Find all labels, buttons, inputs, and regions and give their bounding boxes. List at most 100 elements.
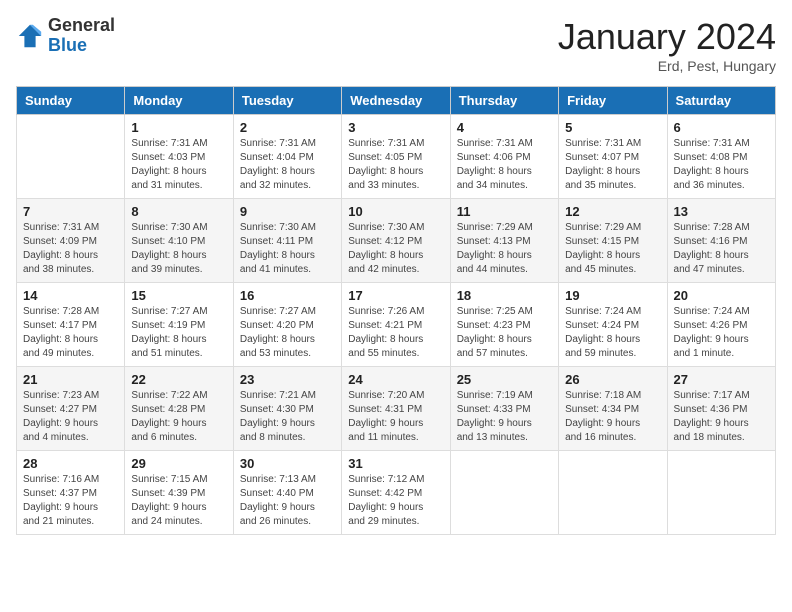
day-info: Sunrise: 7:23 AM Sunset: 4:27 PM Dayligh… [23, 389, 118, 445]
logo-text: General Blue [48, 16, 115, 56]
calendar-cell: 21 Sunrise: 7:23 AM Sunset: 4:27 PM Dayli… [17, 367, 125, 451]
weekday-friday: Friday [559, 87, 667, 115]
calendar-cell: 8 Sunrise: 7:30 AM Sunset: 4:10 PM Daylig… [125, 199, 233, 283]
day-number: 27 [674, 372, 769, 387]
calendar-cell: 6 Sunrise: 7:31 AM Sunset: 4:08 PM Daylig… [667, 115, 775, 199]
calendar-cell [450, 451, 558, 535]
day-number: 29 [131, 456, 226, 471]
day-number: 12 [565, 204, 660, 219]
calendar-cell: 27Sunrise: 7:17 AM Sunset: 4:36 PM Dayli… [667, 367, 775, 451]
calendar-cell: 24Sunrise: 7:20 AM Sunset: 4:31 PM Dayli… [342, 367, 450, 451]
day-number: 8 [131, 204, 226, 219]
calendar-cell [559, 451, 667, 535]
day-number: 26 [565, 372, 660, 387]
calendar-cell: 31 Sunrise: 7:12 AM Sunset: 4:42 PM Dayli… [342, 451, 450, 535]
day-number: 16 [240, 288, 335, 303]
day-number: 20 [674, 288, 769, 303]
day-info: Sunrise: 7:29 AM Sunset: 4:15 PM Dayligh… [565, 221, 660, 277]
calendar-cell: 1 Sunrise: 7:31 AM Sunset: 4:03 PM Daylig… [125, 115, 233, 199]
day-info: Sunrise: 7:19 AM Sunset: 4:33 PM Dayligh… [457, 389, 552, 445]
calendar-cell: 11Sunrise: 7:29 AM Sunset: 4:13 PM Dayli… [450, 199, 558, 283]
calendar-cell [17, 115, 125, 199]
day-info: Sunrise: 7:30 AM Sunset: 4:12 PM Dayligh… [348, 221, 443, 277]
day-info: Sunrise: 7:28 AM Sunset: 4:16 PM Dayligh… [674, 221, 769, 277]
day-info: Sunrise: 7:31 AM Sunset: 4:09 PM Dayligh… [23, 221, 118, 277]
day-number: 3 [348, 120, 443, 135]
calendar-cell: 3Sunrise: 7:31 AM Sunset: 4:05 PM Daylig… [342, 115, 450, 199]
day-number: 19 [565, 288, 660, 303]
day-number: 6 [674, 120, 769, 135]
weekday-saturday: Saturday [667, 87, 775, 115]
calendar-week-2: 7 Sunrise: 7:31 AM Sunset: 4:09 PM Daylig… [17, 199, 776, 283]
calendar-cell: 29 Sunrise: 7:15 AM Sunset: 4:39 PM Dayli… [125, 451, 233, 535]
calendar-week-4: 21 Sunrise: 7:23 AM Sunset: 4:27 PM Dayli… [17, 367, 776, 451]
day-number: 30 [240, 456, 335, 471]
day-info: Sunrise: 7:15 AM Sunset: 4:39 PM Dayligh… [131, 473, 226, 529]
calendar-cell: 2 Sunrise: 7:31 AM Sunset: 4:04 PM Daylig… [233, 115, 341, 199]
page-header: General Blue January 2024 Erd, Pest, Hun… [16, 16, 776, 74]
calendar-cell: 26Sunrise: 7:18 AM Sunset: 4:34 PM Dayli… [559, 367, 667, 451]
day-number: 31 [348, 456, 443, 471]
day-number: 2 [240, 120, 335, 135]
day-info: Sunrise: 7:27 AM Sunset: 4:19 PM Dayligh… [131, 305, 226, 361]
calendar-week-5: 28 Sunrise: 7:16 AM Sunset: 4:37 PM Dayli… [17, 451, 776, 535]
day-number: 11 [457, 204, 552, 219]
day-number: 22 [131, 372, 226, 387]
day-number: 17 [348, 288, 443, 303]
day-number: 1 [131, 120, 226, 135]
day-number: 25 [457, 372, 552, 387]
month-title: January 2024 [558, 16, 776, 58]
weekday-sunday: Sunday [17, 87, 125, 115]
calendar-table: SundayMondayTuesdayWednesdayThursdayFrid… [16, 86, 776, 535]
calendar-cell: 16Sunrise: 7:27 AM Sunset: 4:20 PM Dayli… [233, 283, 341, 367]
day-number: 21 [23, 372, 118, 387]
location-text: Erd, Pest, Hungary [558, 58, 776, 74]
day-info: Sunrise: 7:26 AM Sunset: 4:21 PM Dayligh… [348, 305, 443, 361]
calendar-cell: 22 Sunrise: 7:22 AM Sunset: 4:28 PM Dayli… [125, 367, 233, 451]
day-number: 5 [565, 120, 660, 135]
calendar-cell: 12 Sunrise: 7:29 AM Sunset: 4:15 PM Dayli… [559, 199, 667, 283]
calendar-week-1: 1 Sunrise: 7:31 AM Sunset: 4:03 PM Daylig… [17, 115, 776, 199]
calendar-cell: 23Sunrise: 7:21 AM Sunset: 4:30 PM Dayli… [233, 367, 341, 451]
day-number: 14 [23, 288, 118, 303]
day-info: Sunrise: 7:31 AM Sunset: 4:07 PM Dayligh… [565, 137, 660, 193]
day-info: Sunrise: 7:13 AM Sunset: 4:40 PM Dayligh… [240, 473, 335, 529]
day-number: 18 [457, 288, 552, 303]
logo-general-text: General [48, 16, 115, 36]
calendar-week-3: 14 Sunrise: 7:28 AM Sunset: 4:17 PM Dayli… [17, 283, 776, 367]
logo: General Blue [16, 16, 115, 56]
calendar-cell: 4 Sunrise: 7:31 AM Sunset: 4:06 PM Daylig… [450, 115, 558, 199]
day-info: Sunrise: 7:28 AM Sunset: 4:17 PM Dayligh… [23, 305, 118, 361]
day-info: Sunrise: 7:31 AM Sunset: 4:06 PM Dayligh… [457, 137, 552, 193]
calendar-body: 1 Sunrise: 7:31 AM Sunset: 4:03 PM Daylig… [17, 115, 776, 535]
day-info: Sunrise: 7:30 AM Sunset: 4:10 PM Dayligh… [131, 221, 226, 277]
calendar-cell: 5 Sunrise: 7:31 AM Sunset: 4:07 PM Daylig… [559, 115, 667, 199]
weekday-header-row: SundayMondayTuesdayWednesdayThursdayFrid… [17, 87, 776, 115]
logo-icon [16, 22, 44, 50]
day-number: 28 [23, 456, 118, 471]
calendar-cell: 10 Sunrise: 7:30 AM Sunset: 4:12 PM Dayli… [342, 199, 450, 283]
day-info: Sunrise: 7:31 AM Sunset: 4:08 PM Dayligh… [674, 137, 769, 193]
calendar-cell: 18 Sunrise: 7:25 AM Sunset: 4:23 PM Dayli… [450, 283, 558, 367]
calendar-cell: 30 Sunrise: 7:13 AM Sunset: 4:40 PM Dayli… [233, 451, 341, 535]
day-number: 10 [348, 204, 443, 219]
title-block: January 2024 Erd, Pest, Hungary [558, 16, 776, 74]
weekday-monday: Monday [125, 87, 233, 115]
day-info: Sunrise: 7:22 AM Sunset: 4:28 PM Dayligh… [131, 389, 226, 445]
day-info: Sunrise: 7:12 AM Sunset: 4:42 PM Dayligh… [348, 473, 443, 529]
day-info: Sunrise: 7:24 AM Sunset: 4:24 PM Dayligh… [565, 305, 660, 361]
day-info: Sunrise: 7:31 AM Sunset: 4:03 PM Dayligh… [131, 137, 226, 193]
day-number: 7 [23, 204, 118, 219]
calendar-cell: 25 Sunrise: 7:19 AM Sunset: 4:33 PM Dayli… [450, 367, 558, 451]
day-info: Sunrise: 7:25 AM Sunset: 4:23 PM Dayligh… [457, 305, 552, 361]
day-info: Sunrise: 7:30 AM Sunset: 4:11 PM Dayligh… [240, 221, 335, 277]
day-number: 4 [457, 120, 552, 135]
calendar-cell: 7 Sunrise: 7:31 AM Sunset: 4:09 PM Daylig… [17, 199, 125, 283]
day-info: Sunrise: 7:21 AM Sunset: 4:30 PM Dayligh… [240, 389, 335, 445]
day-number: 15 [131, 288, 226, 303]
weekday-wednesday: Wednesday [342, 87, 450, 115]
calendar-cell: 9Sunrise: 7:30 AM Sunset: 4:11 PM Daylig… [233, 199, 341, 283]
day-info: Sunrise: 7:16 AM Sunset: 4:37 PM Dayligh… [23, 473, 118, 529]
day-info: Sunrise: 7:31 AM Sunset: 4:04 PM Dayligh… [240, 137, 335, 193]
calendar-cell: 15 Sunrise: 7:27 AM Sunset: 4:19 PM Dayli… [125, 283, 233, 367]
